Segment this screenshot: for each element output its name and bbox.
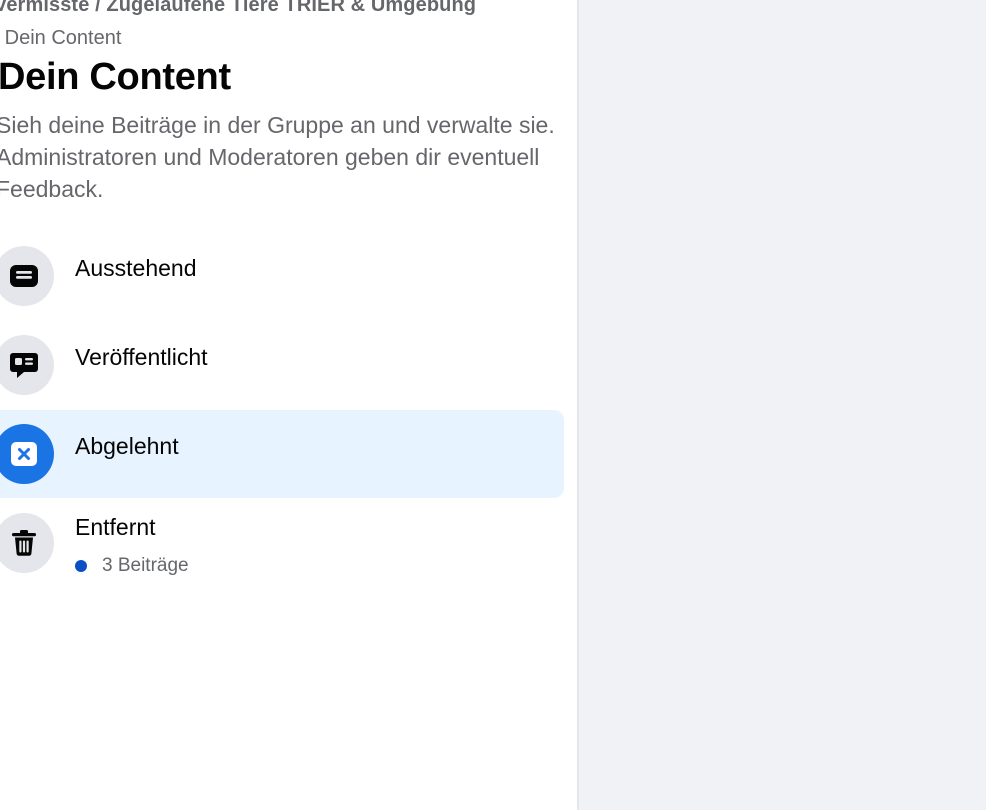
removed-count-text: 3 Beiträge (102, 555, 189, 576)
menu-item-pending[interactable]: Ausstehend (0, 232, 564, 320)
menu-item-label: Ausstehend (75, 255, 197, 281)
menu-item-declined[interactable]: Abgelehnt (0, 410, 564, 498)
content-area (578, 0, 986, 810)
trash-icon (0, 513, 54, 573)
menu-item-published[interactable]: Veröffentlicht (0, 321, 564, 409)
group-name-link[interactable]: Vermisste / Zugelaufene Tiere TRIER & Um… (0, 0, 476, 17)
removed-count: 3 Beiträge (75, 555, 189, 577)
your-content-panel: Vermisste / Zugelaufene Tiere TRIER & Um… (0, 0, 577, 810)
declined-posts-icon (0, 424, 54, 484)
page-description: Sieh deine Beiträge in der Gruppe an und… (0, 112, 555, 202)
menu-item-removed[interactable]: Entfernt 3 Beiträge (0, 499, 564, 587)
page: Vermisste / Zugelaufene Tiere TRIER & Um… (0, 0, 986, 810)
menu-item-label: Veröffentlicht (75, 344, 208, 370)
menu-item-label: Abgelehnt (75, 433, 179, 459)
menu-item-label: Entfernt (75, 514, 156, 540)
published-posts-icon (0, 335, 54, 395)
pending-posts-icon (0, 246, 54, 306)
breadcrumb-current: Dein Content (4, 27, 122, 49)
breadcrumb: ·Dein Content (0, 27, 122, 50)
status-dot (75, 560, 87, 572)
page-title: Dein Content (0, 56, 231, 98)
